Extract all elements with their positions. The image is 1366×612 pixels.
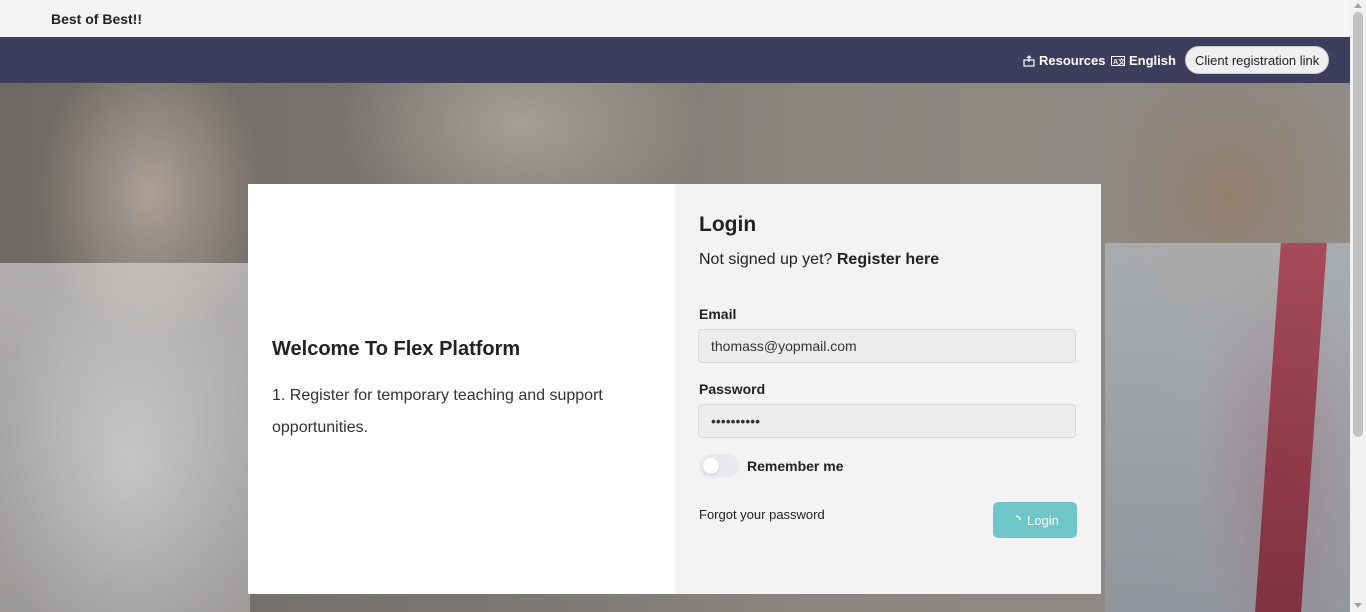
remember-me-label: Remember me	[747, 458, 844, 474]
translate-icon: A文	[1111, 55, 1125, 66]
welcome-panel: Welcome To Flex Platform 1. Register for…	[248, 184, 675, 594]
scrollbar[interactable]	[1350, 0, 1366, 612]
email-label: Email	[699, 306, 737, 322]
password-field[interactable]	[698, 404, 1076, 438]
resources-link[interactable]: Resources	[1023, 53, 1105, 68]
background-figure-left	[0, 263, 250, 612]
forgot-password-link[interactable]: Forgot your password	[699, 507, 825, 522]
login-button[interactable]: Login	[993, 502, 1077, 538]
top-bar: Best of Best!!	[0, 0, 1350, 37]
signup-prefix: Not signed up yet?	[699, 251, 833, 268]
client-registration-button[interactable]: Client registration link	[1185, 46, 1330, 74]
toggle-knob	[703, 458, 719, 474]
language-label: English	[1129, 53, 1176, 68]
scroll-up-arrow-icon[interactable]	[1354, 3, 1362, 8]
password-label: Password	[699, 381, 766, 397]
login-button-label: Login	[1027, 512, 1059, 528]
resources-label: Resources	[1039, 53, 1106, 68]
svg-text:A文: A文	[1113, 57, 1125, 66]
welcome-text: 1. Register for temporary teaching and s…	[272, 387, 603, 436]
brand-name: Best of Best!!	[51, 11, 143, 27]
navbar: Resources A文 English Client registration…	[0, 37, 1350, 83]
scroll-thumb[interactable]	[1353, 12, 1363, 437]
signup-line: Not signed up yet? Register here	[699, 251, 939, 269]
spinner-icon	[1011, 513, 1021, 528]
remember-me-toggle[interactable]	[699, 454, 739, 478]
email-field[interactable]	[698, 329, 1076, 363]
resources-icon	[1023, 54, 1035, 67]
login-panel: Login Not signed up yet? Register here E…	[675, 184, 1101, 594]
scroll-down-arrow-icon[interactable]	[1354, 603, 1362, 608]
login-title: Login	[699, 213, 757, 236]
register-link[interactable]: Register here	[837, 251, 939, 268]
welcome-title: Welcome To Flex Platform	[272, 338, 521, 360]
language-selector[interactable]: A文 English	[1111, 53, 1176, 68]
